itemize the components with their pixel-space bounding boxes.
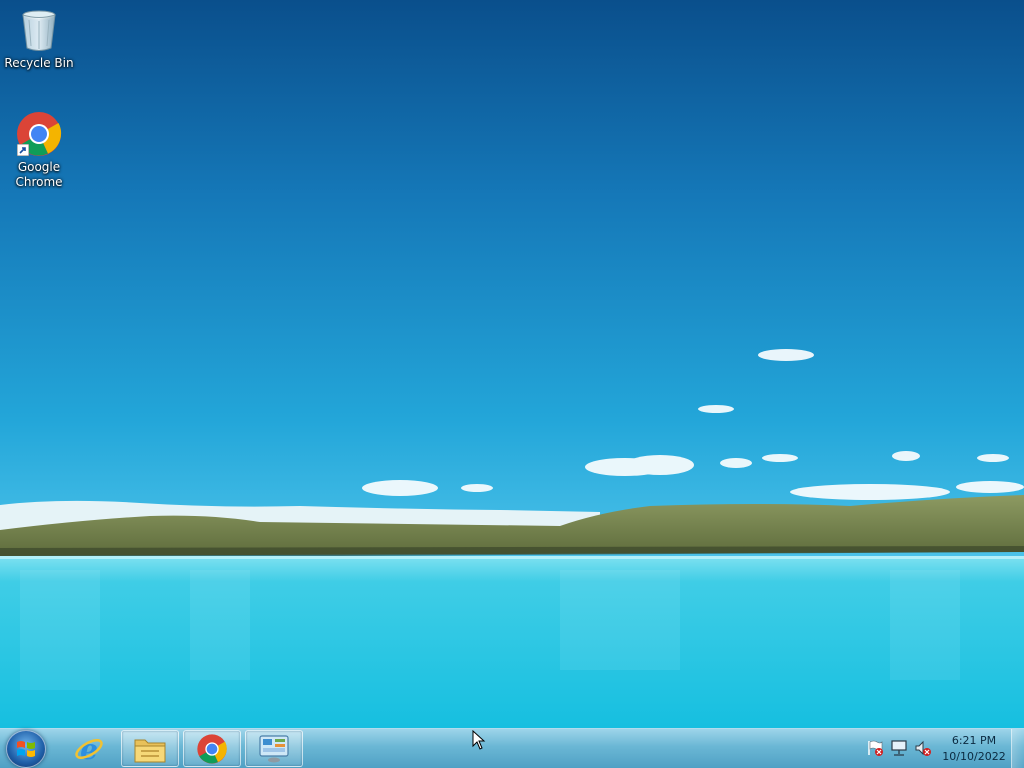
start-button[interactable] [6,730,46,768]
desktop: Recycle Bin Google Chrome [0,0,1024,728]
desktop-icon-google-chrome[interactable]: Google Chrome [1,110,77,190]
action-center-flag-icon[interactable] [866,739,884,757]
shortcut-arrow-icon [17,144,29,156]
taskbar: e 6:21 PM 10/10/2022 [0,728,1024,768]
chrome-icon [197,733,227,764]
taskbar-google-chrome[interactable] [183,730,241,767]
svg-text:e: e [80,733,98,765]
clock-time: 6:21 PM [951,734,997,747]
mouse-cursor-icon [472,730,486,750]
desktop-icon-recycle-bin[interactable]: Recycle Bin [1,6,77,71]
network-icon[interactable] [890,739,908,757]
internet-explorer-icon: e [75,733,103,765]
volume-muted-icon[interactable] [914,739,932,757]
recycle-bin-icon [15,6,63,54]
desktop-icon-label: Recycle Bin [4,56,74,70]
file-explorer-icon [134,739,166,762]
chrome-icon [15,110,63,158]
control-panel-icon [259,734,289,762]
show-desktop-button[interactable] [1011,729,1024,768]
taskbar-file-explorer[interactable] [121,730,179,767]
wallpaper [0,0,1024,728]
taskbar-control-panel[interactable] [245,730,303,767]
desktop-icon-label: Google Chrome [15,160,63,189]
system-clock[interactable]: 6:21 PM 10/10/2022 [940,733,1008,765]
taskbar-internet-explorer[interactable]: e [60,730,118,767]
clock-date: 10/10/2022 [942,750,1006,763]
windows-logo-icon [17,741,35,757]
